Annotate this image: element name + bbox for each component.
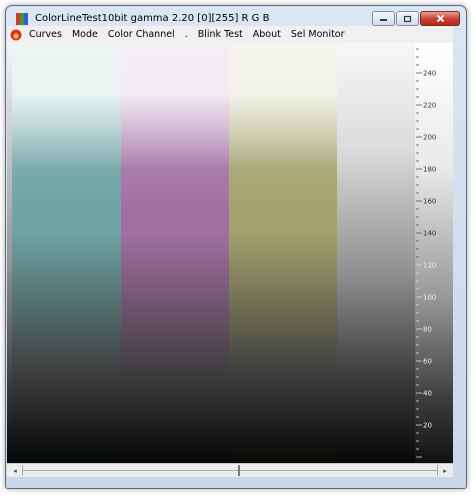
scale-label: 180 [423, 166, 436, 174]
horizontal-scrollbar[interactable]: ◂ ▸ [7, 463, 453, 477]
system-menu-icon[interactable] [10, 29, 22, 41]
menu-curves[interactable]: Curves [24, 29, 67, 40]
menu-blink-test[interactable]: Blink Test [193, 29, 248, 40]
menu-bar: Curves Mode Color Channel . Blink Test A… [7, 26, 453, 43]
scale-label: 140 [423, 230, 436, 238]
scroll-right-arrow-icon[interactable]: ▸ [438, 465, 452, 476]
scale-label: 40 [423, 390, 432, 398]
level-ruler: 240 220 200 180 160 140 120 100 80 60 40 20 [416, 48, 436, 458]
menu-sel-monitor[interactable]: Sel Monitor [286, 29, 350, 40]
color-bars [12, 43, 337, 463]
scale-label: 20 [423, 422, 432, 430]
scale-label: 100 [423, 294, 436, 302]
scale-label: 240 [423, 70, 436, 78]
scroll-track-line [23, 470, 437, 471]
scale-label: 120 [423, 262, 436, 270]
cyan-bar [12, 43, 121, 463]
maximize-button[interactable] [396, 11, 419, 26]
caption-buttons [372, 11, 460, 26]
grey-ramp [337, 43, 415, 463]
scroll-thumb[interactable] [238, 465, 240, 476]
scale-label: 80 [423, 326, 432, 334]
minimize-icon [380, 18, 387, 21]
window-title: ColorLineTest10bit gamma 2.20 [0][255] R… [35, 13, 270, 24]
scroll-track[interactable] [22, 465, 438, 476]
close-button[interactable] [420, 11, 460, 26]
magenta-bar [121, 43, 229, 463]
level-scale: 240 220 200 180 160 140 120 100 80 60 40 20 [415, 43, 453, 463]
menu-mode[interactable]: Mode [67, 29, 103, 40]
minimize-button[interactable] [372, 11, 395, 26]
scroll-left-arrow-icon[interactable]: ◂ [8, 465, 22, 476]
app-icon[interactable] [15, 12, 29, 26]
scale-label: 220 [423, 102, 436, 110]
scale-label: 200 [423, 134, 436, 142]
close-icon [436, 14, 444, 23]
menu-separator-dot[interactable]: . [180, 29, 193, 40]
menu-about[interactable]: About [248, 29, 286, 40]
yellow-bar [229, 43, 337, 463]
scale-label: 160 [423, 198, 436, 206]
maximize-icon [403, 15, 412, 22]
menu-color-channel[interactable]: Color Channel [103, 29, 180, 40]
scale-label: 60 [423, 358, 432, 366]
test-pattern-canvas[interactable]: 240 220 200 180 160 140 120 100 80 60 40 20 [7, 43, 453, 463]
